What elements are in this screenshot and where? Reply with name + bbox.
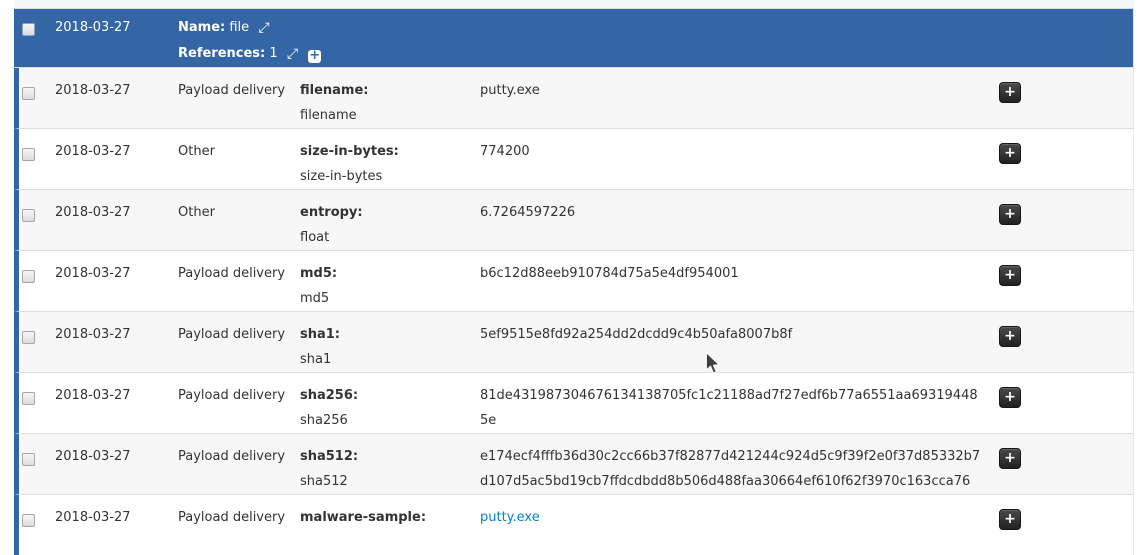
add-reference-icon[interactable]: + [308,50,321,63]
object-date: 2018-03-27 [55,15,178,67]
row-type: entropy: float [300,200,480,250]
row-value: 774200 [480,139,990,189]
row-date: 2018-03-27 [55,78,178,128]
type-label: sha512: [300,444,480,469]
type-name: sha1 [300,347,480,372]
type-label: md5: [300,261,480,286]
row-value: putty.exe [480,78,990,128]
table-row-sha512: 2018-03-27 Payload delivery sha512: sha5… [14,434,1133,495]
table-row-size-in-bytes: 2018-03-27 Other size-in-bytes: size-in-… [14,129,1133,190]
add-tag-button[interactable]: + [999,509,1021,530]
object-select-checkbox[interactable] [22,23,35,36]
previous-row-remnant [14,0,1134,9]
row-checkbox[interactable] [22,331,35,344]
add-tag-button[interactable]: + [999,387,1021,408]
object-checkbox-cell [14,15,55,67]
row-checkbox[interactable] [22,87,35,100]
add-tag-button[interactable]: + [999,82,1021,103]
type-label: size-in-bytes: [300,139,480,164]
object-name-line: Name: file ⤢ [178,15,1133,41]
row-value: e174ecf4fffb36d30c2cc66b37f82877d421244c… [480,444,990,494]
row-category: Payload delivery [178,383,300,433]
object-references-value: 1 [269,46,277,61]
attributes-table: 2018-03-27 Name: file ⤢ References: 1 ⤢ … [14,9,1134,555]
table-row-md5: 2018-03-27 Payload delivery md5: md5 b6c… [14,251,1133,312]
object-references-line: References: 1 ⤢ + [178,41,1133,67]
add-tag-button[interactable]: + [999,448,1021,469]
row-date: 2018-03-27 [55,139,178,189]
row-category: Payload delivery [178,444,300,494]
add-tag-button[interactable]: + [999,265,1021,286]
row-category: Other [178,200,300,250]
type-name: sha256 [300,408,480,433]
object-name-label: Name: [178,20,225,35]
add-tag-button[interactable]: + [999,204,1021,225]
row-checkbox[interactable] [22,209,35,222]
type-name: md5 [300,286,480,311]
add-tag-button[interactable]: + [999,143,1021,164]
row-type: sha1: sha1 [300,322,480,372]
type-label: sha256: [300,383,480,408]
row-date: 2018-03-27 [55,444,178,494]
add-tag-button[interactable]: + [999,326,1021,347]
row-checkbox[interactable] [22,392,35,405]
row-date: 2018-03-27 [55,322,178,372]
type-label: filename: [300,78,480,103]
table-row-sha1: 2018-03-27 Payload delivery sha1: sha1 5… [14,312,1133,373]
row-checkbox[interactable] [22,270,35,283]
row-category: Other [178,139,300,189]
table-row-malware-sample: 2018-03-27 Payload delivery malware-samp… [14,495,1133,555]
type-label: malware-sample: [300,505,480,530]
row-value: 6.7264597226 [480,200,990,250]
table-row-filename: 2018-03-27 Payload delivery filename: fi… [14,68,1133,129]
expand-references-icon[interactable]: ⤢ [287,42,298,67]
row-checkbox[interactable] [22,453,35,466]
row-type: sha256: sha256 [300,383,480,433]
type-label: entropy: [300,200,480,225]
type-label: sha1: [300,322,480,347]
row-category: Payload delivery [178,78,300,128]
row-value: b6c12d88eeb910784d75a5e4df954001 [480,261,990,311]
row-value: 81de431987304676134138705fc1c21188ad7f27… [480,383,990,433]
row-type: malware-sample: [300,505,480,555]
object-meta: Name: file ⤢ References: 1 ⤢ + [178,15,1133,67]
type-name: sha512 [300,469,480,494]
row-date: 2018-03-27 [55,505,178,555]
attribute-table-page: 2018-03-27 Name: file ⤢ References: 1 ⤢ … [0,0,1138,555]
attribute-rows: 2018-03-27 Payload delivery filename: fi… [14,68,1133,555]
row-date: 2018-03-27 [55,383,178,433]
row-category: Payload delivery [178,505,300,555]
object-header-row: 2018-03-27 Name: file ⤢ References: 1 ⤢ … [14,9,1133,68]
type-name: float [300,225,480,250]
row-date: 2018-03-27 [55,200,178,250]
expand-object-icon[interactable]: ⤢ [258,16,269,41]
type-name: filename [300,103,480,128]
row-checkbox[interactable] [22,514,35,527]
row-type: filename: filename [300,78,480,128]
type-name: size-in-bytes [300,164,480,189]
object-references-label: References: [178,46,265,61]
row-category: Payload delivery [178,261,300,311]
table-row-sha256: 2018-03-27 Payload delivery sha256: sha2… [14,373,1133,434]
row-checkbox[interactable] [22,148,35,161]
row-type: size-in-bytes: size-in-bytes [300,139,480,189]
object-name-value: file [229,20,249,35]
malware-sample-link[interactable]: putty.exe [480,510,540,525]
row-type: sha512: sha512 [300,444,480,494]
row-category: Payload delivery [178,322,300,372]
row-value: 5ef9515e8fd92a254dd2dcdd9c4b50afa8007b8f [480,322,990,372]
row-date: 2018-03-27 [55,261,178,311]
row-type: md5: md5 [300,261,480,311]
table-row-entropy: 2018-03-27 Other entropy: float 6.726459… [14,190,1133,251]
